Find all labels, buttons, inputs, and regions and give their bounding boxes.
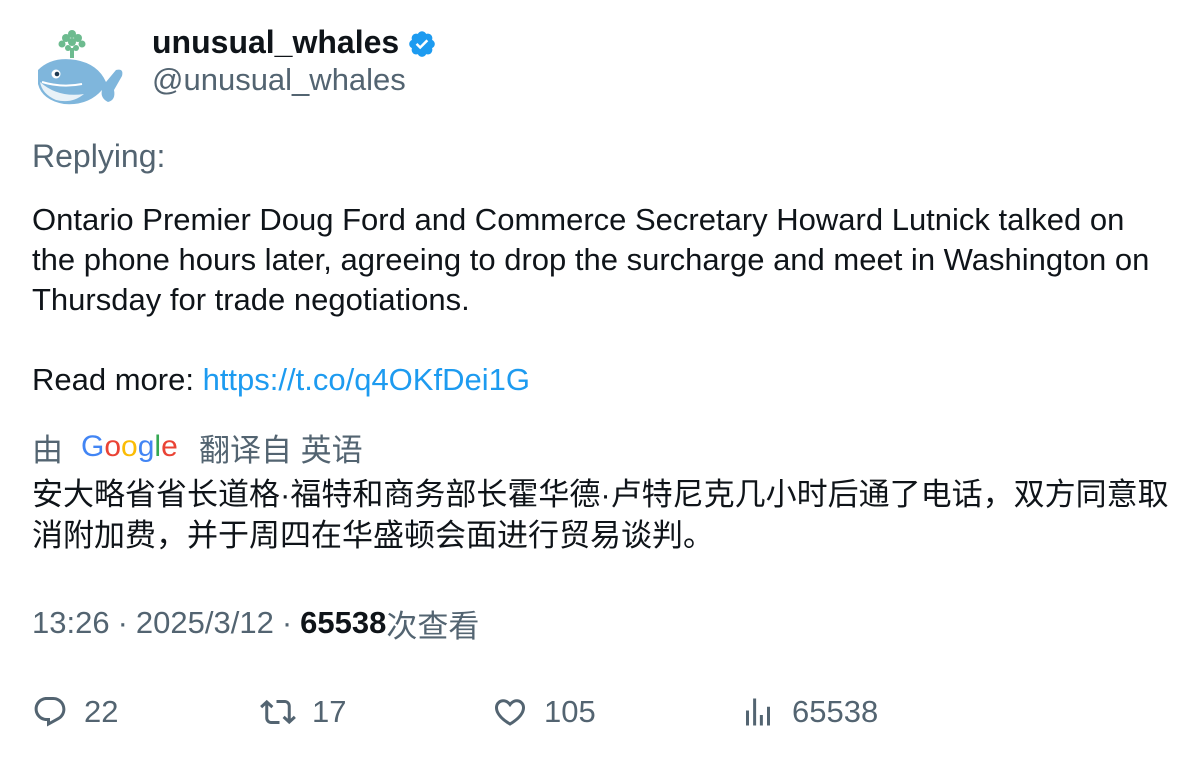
reply-count: 22: [84, 694, 119, 729]
whale-avatar-icon[interactable]: [32, 24, 128, 114]
views-action-count: 65538: [792, 694, 879, 729]
tweet-date[interactable]: 2025/3/12: [136, 605, 274, 641]
like-count: 105: [544, 694, 596, 729]
translation-prefix: 由: [32, 432, 63, 468]
translated-text: 安大略省省长道格·福特和商务部长霍华德·卢特尼克几小时后通了电话，双方同意取消附…: [32, 477, 1169, 553]
like-button[interactable]: 105: [492, 690, 596, 734]
views-count: 65538: [300, 605, 387, 640]
author-display-name[interactable]: unusual_whales: [152, 24, 399, 61]
views-label: 次查看: [386, 608, 480, 644]
retweet-button[interactable]: 17: [260, 690, 346, 734]
author-names: unusual_whales @unusual_whales: [152, 24, 437, 98]
replying-label: Replying:: [32, 138, 166, 174]
tweet-paragraph: Ontario Premier Doug Ford and Commerce S…: [32, 202, 1150, 317]
meta-separator: ·: [281, 605, 293, 640]
action-bar: 22 17 105 65538: [32, 690, 1172, 734]
tweet-header: unusual_whales @unusual_whales: [32, 24, 437, 114]
analytics-icon: [746, 698, 770, 726]
translation-suffix: 翻译自 英语: [199, 432, 363, 468]
reply-button[interactable]: 22: [32, 690, 118, 734]
reply-icon: [34, 697, 66, 727]
heart-icon: [494, 699, 526, 726]
retweet-icon: [260, 699, 296, 725]
verified-badge-icon: [409, 31, 435, 57]
translation-header: 由 Google 翻译自 英语: [32, 426, 363, 468]
author-handle[interactable]: @unusual_whales: [152, 62, 437, 98]
tweet-time[interactable]: 13:26: [32, 605, 110, 641]
read-more-label: Read more:: [32, 362, 203, 397]
meta-separator: ·: [117, 605, 128, 640]
tweet-meta: 13:26 · 2025/3/12 · 65538 次查看: [32, 602, 479, 644]
views-button[interactable]: 65538: [740, 690, 878, 734]
tweet-text: Ontario Premier Doug Ford and Commerce S…: [32, 200, 1172, 400]
retweet-count: 17: [312, 694, 347, 729]
google-logo-icon[interactable]: Google: [81, 429, 181, 465]
svg-text:Google: Google: [81, 430, 178, 463]
read-more-line: Read more: https://t.co/q4OKfDei1G: [32, 360, 1172, 400]
tweet-link[interactable]: https://t.co/q4OKfDei1G: [203, 362, 530, 397]
